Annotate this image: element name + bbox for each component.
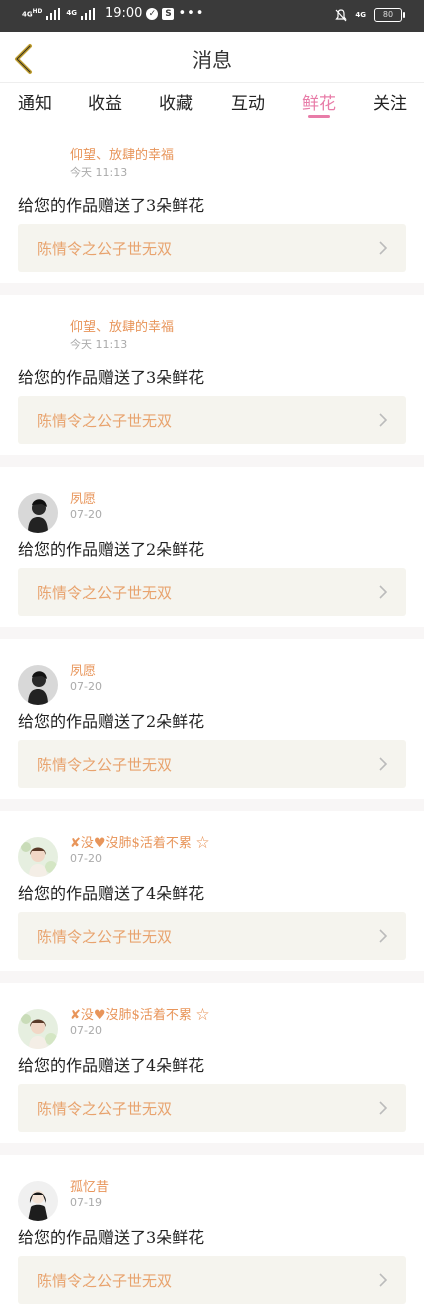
check-circle-icon: ✓ — [146, 7, 159, 20]
timestamp: 07-20 — [70, 508, 102, 521]
work-link[interactable]: 陈情令之公子世无双 — [18, 1256, 406, 1304]
work-link[interactable]: 陈情令之公子世无双 — [18, 1084, 406, 1132]
avatar[interactable] — [18, 493, 58, 533]
divider — [0, 627, 424, 639]
divider — [0, 799, 424, 811]
message-text: 给您的作品赠送了3朵鲜花 — [18, 1228, 205, 1247]
timestamp: 今天 11:13 — [70, 166, 128, 179]
more-notifications-icon: ••• — [178, 6, 205, 21]
network-label-2: 4G — [66, 9, 77, 17]
tab-notifications[interactable]: 通知 — [18, 89, 52, 114]
work-title: 陈情令之公子世无双 — [37, 1272, 173, 1290]
avatar[interactable] — [18, 1009, 58, 1049]
network-label: 4GHD — [22, 8, 43, 19]
username[interactable]: 仰望、放肆的幸福 — [70, 144, 174, 163]
avatar[interactable] — [18, 837, 58, 877]
chevron-right-icon — [379, 929, 388, 943]
divider — [0, 971, 424, 983]
divider — [0, 1143, 424, 1155]
tab-bar: 通知 收益 收藏 互动 鲜花 关注 — [0, 83, 424, 123]
header: 消息 — [0, 32, 424, 83]
divider — [0, 283, 424, 295]
signal-icon — [80, 7, 97, 20]
username[interactable]: 夙愿 — [70, 660, 96, 679]
chevron-right-icon — [379, 757, 388, 771]
divider — [0, 455, 424, 467]
signal-icon — [46, 7, 62, 20]
work-link[interactable]: 陈情令之公子世无双 — [18, 224, 406, 272]
message-text: 给您的作品赠送了3朵鲜花 — [18, 196, 205, 215]
work-link[interactable]: 陈情令之公子世无双 — [18, 396, 406, 444]
timestamp: 今天 11:13 — [70, 338, 128, 351]
work-title: 陈情令之公子世无双 — [37, 412, 173, 430]
work-title: 陈情令之公子世无双 — [37, 928, 173, 946]
list-item: 仰望、放肆的幸福 今天 11:13 给您的作品赠送了3朵鲜花 陈情令之公子世无双 — [0, 295, 424, 455]
clock: 19:00 — [104, 6, 143, 21]
list-item: 夙愿 07-20 给您的作品赠送了2朵鲜花 陈情令之公子世无双 — [0, 639, 424, 799]
message-text: 给您的作品赠送了4朵鲜花 — [18, 884, 205, 903]
chevron-right-icon — [379, 585, 388, 599]
message-text: 给您的作品赠送了3朵鲜花 — [18, 368, 205, 387]
list-item: 夙愿 07-20 给您的作品赠送了2朵鲜花 陈情令之公子世无双 — [0, 467, 424, 627]
work-title: 陈情令之公子世无双 — [37, 584, 173, 602]
list-item: ✘没♥沒肺$活着不累 ☆ 07-20 给您的作品赠送了4朵鲜花 陈情令之公子世无… — [0, 983, 424, 1143]
s-app-icon: S — [162, 7, 175, 20]
work-link[interactable]: 陈情令之公子世无双 — [18, 568, 406, 616]
avatar[interactable] — [18, 321, 58, 361]
timestamp: 07-20 — [70, 680, 102, 693]
active-tab-indicator — [308, 115, 330, 118]
network-label-3: 4G — [355, 10, 366, 19]
timestamp: 07-19 — [70, 1196, 102, 1209]
work-title: 陈情令之公子世无双 — [37, 240, 173, 258]
chevron-right-icon — [379, 1273, 388, 1287]
message-text: 给您的作品赠送了2朵鲜花 — [18, 540, 205, 559]
username[interactable]: ✘没♥沒肺$活着不累 ☆ — [70, 832, 209, 851]
message-text: 给您的作品赠送了4朵鲜花 — [18, 1056, 205, 1075]
work-link[interactable]: 陈情令之公子世无双 — [18, 912, 406, 960]
list-item: ✘没♥沒肺$活着不累 ☆ 07-20 给您的作品赠送了4朵鲜花 陈情令之公子世无… — [0, 811, 424, 971]
avatar[interactable] — [18, 665, 58, 705]
timestamp: 07-20 — [70, 852, 102, 865]
status-bar-left: 4GHD 4G 19:00 ✓ S ••• — [22, 6, 204, 21]
chevron-right-icon — [379, 413, 388, 427]
tab-interactions[interactable]: 互动 — [231, 89, 265, 114]
message-list: 仰望、放肆的幸福 今天 11:13 给您的作品赠送了3朵鲜花 陈情令之公子世无双… — [0, 123, 424, 1315]
chevron-right-icon — [379, 1101, 388, 1115]
work-title: 陈情令之公子世无双 — [37, 756, 173, 774]
avatar[interactable] — [18, 149, 58, 189]
username[interactable]: 孤忆昔 — [70, 1176, 109, 1195]
work-title: 陈情令之公子世无双 — [37, 1100, 173, 1118]
mute-bell-icon — [335, 8, 348, 21]
tab-following[interactable]: 关注 — [373, 89, 407, 114]
avatar[interactable] — [18, 1181, 58, 1221]
message-text: 给您的作品赠送了2朵鲜花 — [18, 712, 205, 731]
page-title: 消息 — [192, 48, 232, 72]
status-bar: 4GHD 4G 19:00 ✓ S ••• 4G 80 — [0, 0, 424, 32]
username[interactable]: 仰望、放肆的幸福 — [70, 316, 174, 335]
tab-earnings[interactable]: 收益 — [88, 89, 122, 114]
status-bar-right: 4G 80 — [335, 8, 405, 22]
list-item: 孤忆昔 07-19 给您的作品赠送了3朵鲜花 陈情令之公子世无双 — [0, 1155, 424, 1315]
battery-icon: 80 — [374, 8, 405, 22]
tab-flowers[interactable]: 鲜花 — [302, 89, 336, 114]
timestamp: 07-20 — [70, 1024, 102, 1037]
tab-favorites[interactable]: 收藏 — [159, 89, 193, 114]
chevron-right-icon — [379, 241, 388, 255]
username[interactable]: 夙愿 — [70, 488, 96, 507]
work-link[interactable]: 陈情令之公子世无双 — [18, 740, 406, 788]
list-item: 仰望、放肆的幸福 今天 11:13 给您的作品赠送了3朵鲜花 陈情令之公子世无双 — [0, 123, 424, 283]
username[interactable]: ✘没♥沒肺$活着不累 ☆ — [70, 1004, 209, 1023]
